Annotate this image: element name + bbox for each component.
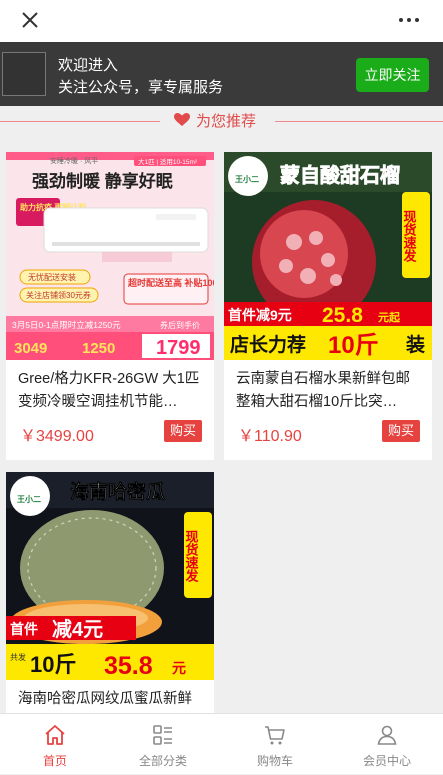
ac-price-3: 1799 bbox=[156, 337, 201, 359]
ac-top-small: 安睡冷暖 · 风平 bbox=[50, 156, 98, 165]
product-image-melon[interactable]: 王小二 海南哈密瓜 现货速发 首件 减4元 共发 10斤 35.8 元 bbox=[6, 472, 214, 680]
pomegranate-bottom-tail: 装 bbox=[405, 333, 425, 356]
ac-bullet-1: 无忧配送安装 bbox=[28, 272, 76, 282]
follow-button[interactable]: 立即关注 bbox=[356, 58, 429, 92]
pomegranate-promo-left: 首件减9元 bbox=[228, 307, 292, 323]
nav-member-label: 会员中心 bbox=[362, 754, 411, 768]
follow-banner: 欢迎进入 关注公众号，享专属服务 立即关注 bbox=[0, 42, 443, 106]
follow-welcome-text: 欢迎进入 bbox=[58, 57, 119, 74]
melon-total-price: 35.8 bbox=[104, 652, 153, 680]
bottom-nav: 首页 全部分类 购物车 会员中心 bbox=[0, 713, 443, 774]
product-image-ac[interactable]: 安睡冷暖 · 风平 大1匹 | 适用10-15m² 强劲制暖 静享好眠 助力抗疫… bbox=[6, 152, 214, 360]
product-name[interactable]: 云南蒙自石榴水果新鲜包邮整箱大甜石榴10斤比突… bbox=[236, 368, 420, 414]
ac-price-1: 3049 bbox=[14, 340, 47, 357]
ac-strip: 3月5日0-1点限时立减1250元 bbox=[12, 320, 121, 330]
melon-total-unit: 元 bbox=[172, 660, 186, 676]
product-image-pomegranate[interactable]: 蒙自酸甜石榴 王小二 现货速发 首件减9元 25.8 元起 店长力荐 10斤 装 bbox=[224, 152, 432, 360]
nav-cart-label: 购物车 bbox=[256, 754, 293, 768]
cart-icon bbox=[265, 726, 285, 745]
more-dots-icon[interactable] bbox=[397, 12, 421, 28]
recommend-title: 为您推荐 bbox=[196, 113, 257, 130]
pomegranate-headline: 蒙自酸甜石榴 bbox=[280, 163, 400, 187]
product-name[interactable]: Gree/格力KFR-26GW 大1匹变频冷暖空调挂机节能… bbox=[18, 368, 202, 414]
melon-logo: 王小二 bbox=[17, 494, 41, 504]
product-price: ￥3499.00 bbox=[20, 428, 94, 445]
pomegranate-logo: 王小二 bbox=[235, 174, 259, 184]
divider-left bbox=[0, 121, 160, 122]
melon-side: 现货速发 bbox=[184, 530, 200, 583]
category-icon bbox=[153, 725, 172, 745]
melon-total: 10斤 bbox=[30, 652, 76, 677]
product-price: ￥110.90 bbox=[238, 428, 302, 445]
nav-member[interactable]: 会员中心 bbox=[332, 714, 442, 775]
pomegranate-promo-num: 25.8 bbox=[322, 304, 363, 327]
product-card-ac[interactable]: 安睡冷暖 · 风平 大1匹 | 适用10-15m² 强劲制暖 静享好眠 助力抗疫… bbox=[6, 152, 214, 460]
nav-categories-label: 全部分类 bbox=[138, 754, 187, 768]
pomegranate-bottom-big: 10斤 bbox=[328, 332, 379, 359]
ac-strip-right: 券后到手价 bbox=[160, 320, 200, 330]
buy-button[interactable]: 购买 bbox=[382, 420, 420, 442]
nav-home-label: 首页 bbox=[42, 754, 67, 768]
ac-bullet-2: 关注店铺领30元券 bbox=[26, 290, 91, 300]
account-avatar bbox=[2, 52, 46, 96]
pomegranate-bottom: 店长力荐 bbox=[230, 333, 306, 356]
product-card-melon[interactable]: 王小二 海南哈密瓜 现货速发 首件 减4元 共发 10斤 35.8 元 海南哈密… bbox=[6, 472, 214, 722]
nav-home[interactable]: 首页 bbox=[0, 714, 110, 775]
product-card-pomegranate[interactable]: 蒙自酸甜石榴 王小二 现货速发 首件减9元 25.8 元起 店长力荐 10斤 装… bbox=[224, 152, 432, 460]
melon-headline: 海南哈密瓜 bbox=[70, 480, 165, 503]
product-name[interactable]: 海南哈密瓜网纹瓜蜜瓜新鲜 bbox=[18, 688, 202, 711]
recommend-header: 为您推荐 bbox=[0, 106, 443, 136]
ac-tag: 大1匹 | 适用10-15m² bbox=[138, 157, 198, 166]
pomegranate-promo-unit: 元起 bbox=[378, 310, 401, 324]
melon-promo-left: 首件 bbox=[10, 621, 38, 637]
nav-cart[interactable]: 购物车 bbox=[220, 714, 330, 775]
user-icon bbox=[377, 725, 397, 745]
melon-promo-big: 减4元 bbox=[52, 617, 103, 641]
pomegranate-side: 现货速发 bbox=[402, 210, 418, 263]
top-bar bbox=[0, 0, 443, 42]
follow-subtitle-text: 关注公众号，享专属服务 bbox=[58, 79, 224, 96]
close-icon[interactable] bbox=[18, 8, 42, 32]
divider-right bbox=[275, 121, 443, 122]
home-icon bbox=[45, 725, 65, 745]
ac-price-2: 1250 bbox=[82, 340, 115, 357]
ac-headline: 强劲制暖 静享好眠 bbox=[32, 171, 173, 191]
ac-promo: 超时配送至高 补贴100元 bbox=[127, 277, 214, 288]
buy-button[interactable]: 购买 bbox=[164, 420, 202, 442]
melon-total-small: 共发 bbox=[10, 652, 26, 662]
nav-categories[interactable]: 全部分类 bbox=[108, 714, 218, 775]
